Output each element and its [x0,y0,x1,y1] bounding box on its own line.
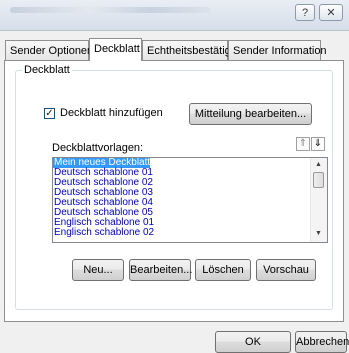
new-button[interactable]: Neu... [72,259,124,281]
templates-listbox[interactable]: Mein neues Deckblatt Deutsch schablone 0… [52,157,328,243]
preview-button[interactable]: Vorschau [256,259,316,281]
tab-deckblatt[interactable]: Deckblatt [89,38,142,61]
deckblatt-group: Deckblatt ✓ Deckblatt hinzufügen Mitteil… [15,64,333,310]
scroll-thumb[interactable] [313,172,324,188]
templates-label: Deckblattvorlagen: [52,142,144,154]
arrow-down-icon: ⇓ [313,138,323,149]
cancel-button[interactable]: Abbrechen [295,331,349,353]
list-item[interactable]: Englisch schablone 02 [53,228,327,238]
checkbox-box[interactable]: ✓ [44,107,55,119]
ok-button[interactable]: OK [215,331,291,353]
title-bar: ? ✕ [0,0,349,31]
arrow-up-icon: ⇑ [298,138,308,149]
tab-echtheitsbestaetigung[interactable]: Echtheitsbestätigung [142,40,249,60]
checkbox-label: Deckblatt hinzufügen [60,107,163,119]
tab-strip: Sender Optionen Deckblatt Echtheitsbestä… [0,38,349,61]
delete-button[interactable]: Löschen [195,259,251,281]
list-scrollbar[interactable]: ▲ ▼ [310,158,327,242]
move-down-button[interactable]: ⇓ [311,137,325,151]
scroll-down-icon[interactable]: ▼ [315,230,322,237]
move-up-button[interactable]: ⇑ [296,137,310,151]
tab-sender-information[interactable]: Sender Information [228,40,327,60]
edit-message-button[interactable]: Mitteilung bearbeiten... [189,103,312,125]
scroll-up-icon[interactable]: ▲ [315,161,322,168]
edit-template-button[interactable]: Bearbeiten... [129,259,192,281]
group-legend: Deckblatt [22,64,72,76]
add-coverpage-checkbox[interactable]: ✓ Deckblatt hinzufügen [44,107,163,119]
help-button[interactable]: ? [295,4,315,21]
close-button[interactable]: ✕ [319,4,343,21]
close-icon: ✕ [326,7,336,19]
window-title [10,7,210,13]
tab-sender-optionen[interactable]: Sender Optionen [5,40,93,60]
tab-panel: Deckblatt ✓ Deckblatt hinzufügen Mitteil… [4,60,344,322]
